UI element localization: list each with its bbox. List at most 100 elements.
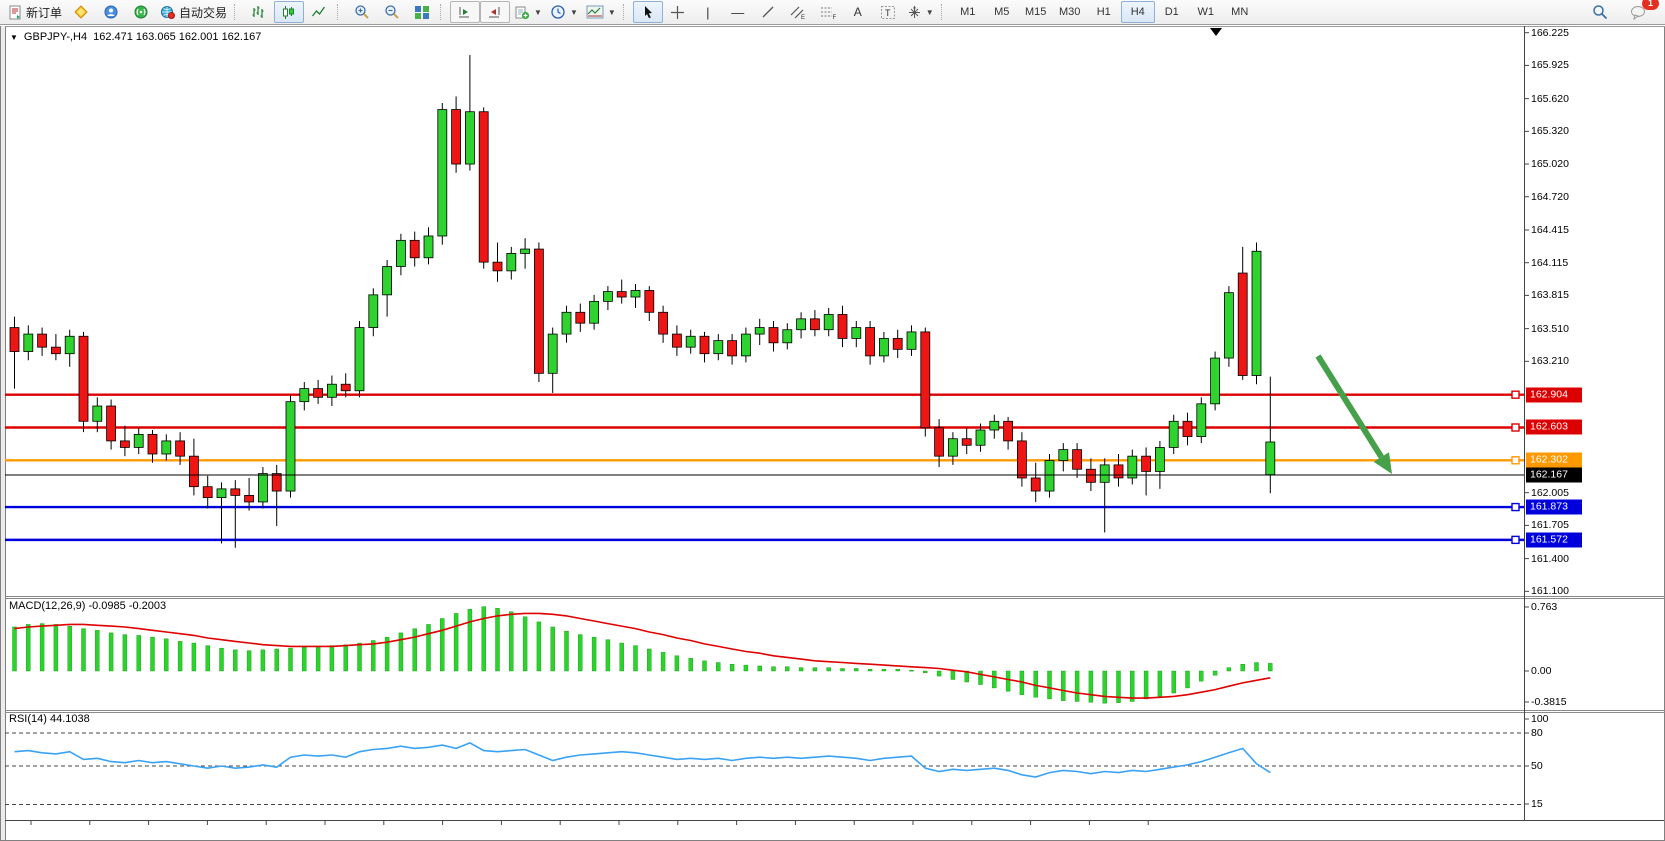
chart-shift-button[interactable] bbox=[480, 1, 510, 23]
candle-body bbox=[65, 336, 74, 353]
macd-histogram-bar bbox=[330, 646, 334, 671]
macd-axis-label: -0.3815 bbox=[1531, 696, 1567, 708]
label-tool-button[interactable]: T bbox=[873, 1, 903, 23]
svg-text:E: E bbox=[801, 15, 805, 20]
line-endpoint-marker[interactable] bbox=[1512, 457, 1519, 464]
periods-button[interactable]: ▼ bbox=[546, 1, 582, 23]
candle-body bbox=[383, 267, 392, 295]
market-watch-button[interactable] bbox=[66, 1, 96, 23]
trendline-tool-button[interactable] bbox=[753, 1, 783, 23]
candle-body bbox=[231, 489, 240, 496]
timeframe-button-d1[interactable]: D1 bbox=[1155, 1, 1189, 23]
macd-histogram-bar bbox=[13, 627, 17, 671]
chart-shift-marker[interactable] bbox=[1210, 28, 1222, 36]
chat-button[interactable]: 1 bbox=[1623, 1, 1653, 23]
macd-histogram-bar bbox=[923, 671, 927, 673]
collapse-one-click-icon[interactable]: ▼ bbox=[10, 33, 18, 42]
zoom-out-button[interactable] bbox=[377, 1, 407, 23]
macd-histogram-bar bbox=[261, 650, 265, 671]
signals-button[interactable] bbox=[126, 1, 156, 23]
search-button[interactable] bbox=[1585, 1, 1615, 23]
timeframe-button-m5[interactable]: M5 bbox=[985, 1, 1019, 23]
channel-tool-button[interactable]: E bbox=[783, 1, 813, 23]
price-tag: 162.302 bbox=[1526, 453, 1582, 468]
horizontal-line-icon: — bbox=[731, 6, 744, 19]
macd-histogram-bar bbox=[82, 629, 86, 671]
timeframe-button-m15[interactable]: M15 bbox=[1019, 1, 1053, 23]
horizontal-line-tool-button[interactable]: — bbox=[723, 1, 753, 23]
ohlc-values: 162.471 163.065 162.001 162.167 bbox=[93, 31, 261, 43]
toolbar-separator bbox=[623, 4, 629, 20]
candle-body bbox=[1017, 441, 1026, 478]
candle-body bbox=[686, 336, 695, 347]
price-tag: 161.873 bbox=[1526, 500, 1582, 515]
market-watch-icon bbox=[73, 5, 89, 20]
annotation-arrow-line[interactable] bbox=[1318, 356, 1381, 457]
tile-windows-button[interactable] bbox=[407, 1, 437, 23]
candle-body bbox=[107, 406, 116, 441]
price-axis-label: 166.225 bbox=[1531, 27, 1569, 39]
rsi-axis-label: 15 bbox=[1531, 798, 1543, 810]
macd-histogram-bar bbox=[937, 671, 941, 676]
candle-body bbox=[93, 406, 102, 421]
candle-body bbox=[728, 341, 737, 356]
toolbar-separator bbox=[337, 4, 343, 20]
macd-histogram-bar bbox=[344, 645, 348, 671]
svg-text:F: F bbox=[832, 15, 836, 20]
macd-histogram-bar bbox=[509, 612, 513, 671]
timeframe-button-w1[interactable]: W1 bbox=[1189, 1, 1223, 23]
macd-histogram-bar bbox=[1103, 671, 1107, 703]
macd-histogram-bar bbox=[744, 665, 748, 671]
candle-body bbox=[824, 314, 833, 329]
profile-button[interactable] bbox=[96, 1, 126, 23]
toolbar: 新订单 自动交易 bbox=[0, 0, 1665, 25]
timeframe-button-m1[interactable]: M1 bbox=[951, 1, 985, 23]
macd-histogram-bar bbox=[247, 651, 251, 671]
macd-histogram-bar bbox=[95, 630, 99, 671]
line-chart-button[interactable] bbox=[304, 1, 334, 23]
text-tool-button[interactable]: A bbox=[843, 1, 873, 23]
zoom-in-button[interactable] bbox=[347, 1, 377, 23]
vertical-line-tool-button[interactable]: | bbox=[693, 1, 723, 23]
new-chart-button[interactable]: ▼ bbox=[510, 1, 546, 23]
candle-body bbox=[1183, 421, 1192, 436]
timeframe-button-h1[interactable]: H1 bbox=[1087, 1, 1121, 23]
bar-chart-icon bbox=[251, 5, 267, 20]
candle-body bbox=[1224, 293, 1233, 358]
timeframe-button-m30[interactable]: M30 bbox=[1053, 1, 1087, 23]
candle-body bbox=[369, 295, 378, 328]
macd-histogram-bar bbox=[703, 661, 707, 671]
fibonacci-tool-button[interactable]: F bbox=[813, 1, 843, 23]
line-endpoint-marker[interactable] bbox=[1512, 424, 1519, 431]
line-endpoint-marker[interactable] bbox=[1512, 536, 1519, 543]
template-button[interactable]: ▼ bbox=[582, 1, 620, 23]
candle-body bbox=[1211, 358, 1220, 404]
price-axis-label: 163.210 bbox=[1531, 355, 1569, 367]
auto-scroll-button[interactable] bbox=[450, 1, 480, 23]
line-endpoint-marker[interactable] bbox=[1512, 504, 1519, 511]
new-order-button[interactable]: 新订单 bbox=[4, 1, 66, 23]
timeframe-button-mn[interactable]: MN bbox=[1223, 1, 1257, 23]
macd-histogram-bar bbox=[1144, 671, 1148, 699]
candlestick-chart-button[interactable] bbox=[274, 1, 304, 23]
tile-windows-icon bbox=[414, 5, 430, 20]
autotrade-button[interactable]: 自动交易 bbox=[156, 1, 231, 23]
cursor-tool-button[interactable] bbox=[633, 1, 663, 23]
macd-histogram-bar bbox=[164, 639, 168, 671]
timeframe-button-h4[interactable]: H4 bbox=[1121, 1, 1155, 23]
arrows-tool-button[interactable]: ▼ bbox=[903, 1, 938, 23]
macd-histogram-bar bbox=[482, 607, 486, 671]
candle-body bbox=[314, 389, 323, 398]
chart-canvas[interactable] bbox=[0, 0, 1665, 841]
zoom-in-icon bbox=[354, 4, 370, 20]
bar-chart-button[interactable] bbox=[244, 1, 274, 23]
line-endpoint-marker[interactable] bbox=[1512, 391, 1519, 398]
crosshair-tool-button[interactable] bbox=[663, 1, 693, 23]
macd-histogram-bar bbox=[537, 622, 541, 671]
macd-histogram-bar bbox=[1075, 671, 1079, 701]
macd-histogram-bar bbox=[634, 646, 638, 671]
candle-body bbox=[507, 253, 516, 270]
price-axis-label: 164.115 bbox=[1531, 257, 1568, 269]
vertical-line-icon: | bbox=[706, 6, 709, 19]
candle-body bbox=[548, 334, 557, 373]
